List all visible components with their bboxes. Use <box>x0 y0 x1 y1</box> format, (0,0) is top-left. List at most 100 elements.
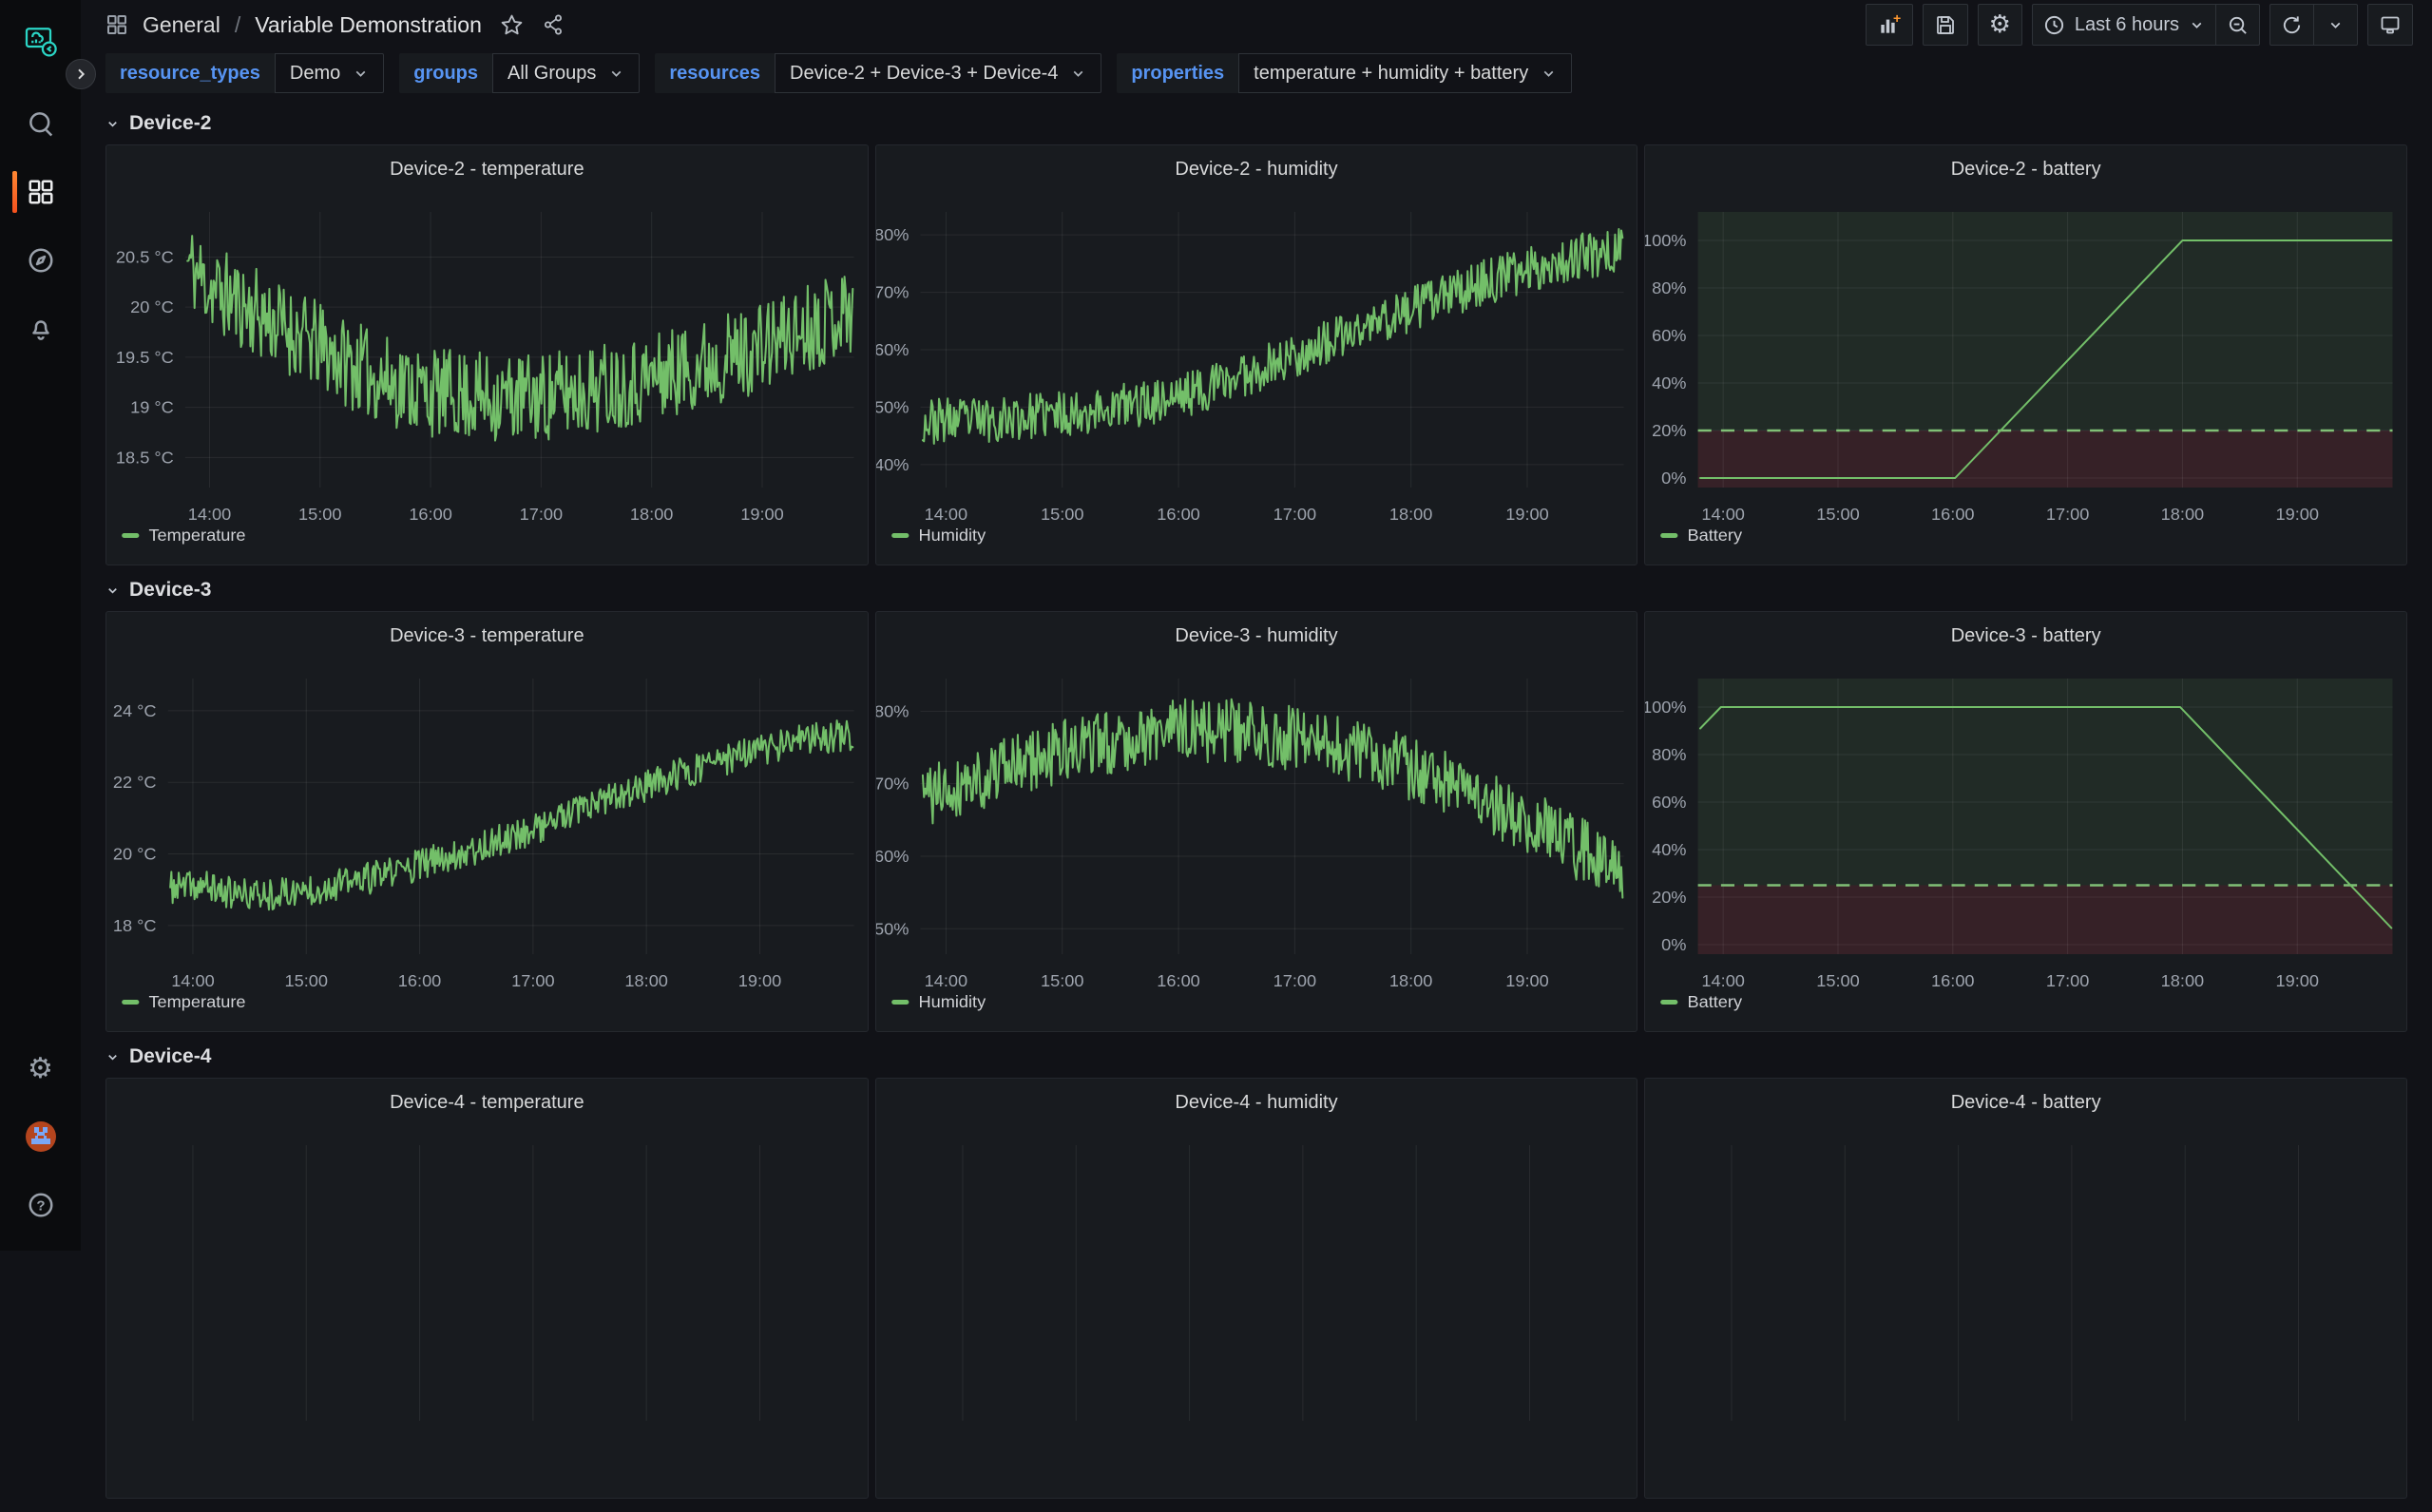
breadcrumb-folder[interactable]: General <box>143 12 220 38</box>
variable-label: properties <box>1117 53 1238 93</box>
timeseries-chart[interactable]: 14:0015:0016:0017:0018:0019:0080%70%60%5… <box>876 660 1637 1032</box>
breadcrumb-separator: / <box>235 12 240 38</box>
timeseries-chart[interactable] <box>876 1126 1637 1499</box>
add-panel-icon: + <box>1877 12 1902 37</box>
variable-value-dropdown[interactable]: Device-2 + Device-3 + Device-4 <box>775 53 1101 93</box>
svg-text:60%: 60% <box>1652 793 1686 812</box>
save-icon <box>1934 13 1957 36</box>
svg-text:19:00: 19:00 <box>738 971 781 990</box>
svg-text:60%: 60% <box>876 847 909 866</box>
refresh-interval-dropdown[interactable] <box>2314 4 2358 46</box>
zoom-out-time-button[interactable] <box>2216 4 2260 46</box>
timeseries-chart[interactable]: 14:0015:0016:0017:0018:0019:00100%80%60%… <box>1645 193 2406 565</box>
timeseries-chart[interactable]: 14:0015:0016:0017:0018:0019:0080%70%60%5… <box>876 193 1637 565</box>
row-title: Device-3 <box>129 579 211 602</box>
panel-device3-temperature: Device-3 - temperature14:0015:0016:0017:… <box>105 611 869 1032</box>
svg-text:Battery: Battery <box>1688 526 1743 545</box>
svg-text:80%: 80% <box>1652 745 1686 764</box>
monitor-icon <box>2379 13 2402 36</box>
svg-text:20%: 20% <box>1652 888 1686 907</box>
sidebar-item-profile[interactable] <box>0 1116 81 1158</box>
time-range-label: Last 6 hours <box>2075 14 2179 36</box>
svg-text:14:00: 14:00 <box>1702 971 1745 990</box>
tv-mode-button[interactable] <box>2367 4 2413 46</box>
svg-text:?: ? <box>36 1198 45 1215</box>
row-header-Device-4[interactable]: Device-4 <box>105 1045 211 1068</box>
row-header-Device-3[interactable]: Device-3 <box>105 579 211 602</box>
dashboard-panels-area: Device-2Device-2 - temperature14:0015:00… <box>81 103 2432 1512</box>
panel-title[interactable]: Device-2 - temperature <box>106 145 868 193</box>
panel-title[interactable]: Device-4 - temperature <box>106 1079 868 1126</box>
sidebar-expand-button[interactable] <box>66 59 96 89</box>
svg-text:17:00: 17:00 <box>2046 971 2089 990</box>
sidebar-item-search[interactable] <box>0 103 81 144</box>
row-title: Device-2 <box>129 112 211 135</box>
panel-device2-humidity: Device-2 - humidity14:0015:0016:0017:001… <box>875 144 1638 565</box>
variable-selected-value: Device-2 + Device-3 + Device-4 <box>790 63 1058 85</box>
svg-text:18.5 °C: 18.5 °C <box>116 448 174 467</box>
share-button[interactable] <box>542 13 565 36</box>
panel-device2-battery: Device-2 - battery14:0015:0016:0017:0018… <box>1644 144 2407 565</box>
save-dashboard-button[interactable] <box>1923 4 1968 46</box>
sidebar-item-explore[interactable] <box>0 239 81 281</box>
sidebar-item-dashboards[interactable] <box>0 171 81 213</box>
svg-text:14:00: 14:00 <box>188 505 231 524</box>
variable-value-dropdown[interactable]: temperature + humidity + battery <box>1238 53 1572 93</box>
search-icon <box>27 109 55 138</box>
svg-text:50%: 50% <box>876 398 909 417</box>
time-range-picker[interactable]: Last 6 hours <box>2032 4 2216 46</box>
chevron-down-icon <box>2327 17 2344 33</box>
sidebar: ⚙ ? <box>0 0 81 1251</box>
svg-text:+: + <box>1893 12 1901 26</box>
sidebar-item-alerting[interactable] <box>0 308 81 350</box>
svg-text:40%: 40% <box>1652 373 1686 392</box>
svg-text:0%: 0% <box>1662 469 1687 488</box>
row-title: Device-4 <box>129 1045 211 1068</box>
svg-text:15:00: 15:00 <box>1817 505 1860 524</box>
svg-text:19 °C: 19 °C <box>130 398 174 417</box>
sidebar-item-settings[interactable]: ⚙ <box>0 1047 81 1089</box>
refresh-button[interactable] <box>2269 4 2314 46</box>
dashboard-settings-button[interactable]: ⚙ <box>1978 4 2022 46</box>
svg-text:16:00: 16:00 <box>1157 505 1199 524</box>
variable-selected-value: All Groups <box>507 63 596 85</box>
favorite-star-button[interactable] <box>500 13 524 37</box>
panel-title[interactable]: Device-3 - temperature <box>106 612 868 660</box>
timeseries-chart[interactable] <box>1645 1126 2406 1499</box>
timeseries-chart[interactable]: 14:0015:0016:0017:0018:0019:0024 °C22 °C… <box>106 660 868 1032</box>
panel-title[interactable]: Device-2 - battery <box>1645 145 2406 193</box>
svg-text:Temperature: Temperature <box>148 526 245 545</box>
panel-device2-temperature: Device-2 - temperature14:0015:0016:0017:… <box>105 144 869 565</box>
panel-title[interactable]: Device-4 - humidity <box>876 1079 1637 1126</box>
app-logo[interactable] <box>0 21 81 63</box>
sidebar-item-help[interactable]: ? <box>0 1184 81 1226</box>
svg-text:19:00: 19:00 <box>2276 971 2319 990</box>
variable-label: resource_types <box>105 53 275 93</box>
svg-text:70%: 70% <box>876 775 909 794</box>
settings-gear-icon: ⚙ <box>28 1052 53 1085</box>
timeseries-chart[interactable]: 14:0015:0016:0017:0018:0019:00100%80%60%… <box>1645 660 2406 1032</box>
star-icon <box>500 13 524 37</box>
explore-compass-icon <box>27 246 55 275</box>
row-header-Device-2[interactable]: Device-2 <box>105 112 211 135</box>
chevron-down-icon <box>353 66 369 82</box>
variable-selected-value: Demo <box>290 63 340 85</box>
time-picker-group: Last 6 hours <box>2032 4 2260 46</box>
variable-value-dropdown[interactable]: All Groups <box>492 53 640 93</box>
panel-title[interactable]: Device-4 - battery <box>1645 1079 2406 1126</box>
variable-resource_types: resource_types Demo <box>105 53 384 93</box>
variable-value-dropdown[interactable]: Demo <box>275 53 384 93</box>
panel-title[interactable]: Device-2 - humidity <box>876 145 1637 193</box>
alerting-bell-icon <box>27 315 55 343</box>
gear-icon: ⚙ <box>1989 10 2011 39</box>
timeseries-chart[interactable]: 14:0015:0016:0017:0018:0019:0020.5 °C20 … <box>106 193 868 565</box>
add-panel-button[interactable]: + <box>1866 4 1913 46</box>
timeseries-chart[interactable] <box>106 1126 868 1499</box>
svg-text:19:00: 19:00 <box>1505 505 1548 524</box>
panel-title[interactable]: Device-3 - battery <box>1645 612 2406 660</box>
panel-title[interactable]: Device-3 - humidity <box>876 612 1637 660</box>
chevron-down-icon <box>105 117 120 131</box>
svg-text:Humidity: Humidity <box>918 992 986 1011</box>
svg-text:19.5 °C: 19.5 °C <box>116 348 174 367</box>
svg-text:19:00: 19:00 <box>740 505 783 524</box>
